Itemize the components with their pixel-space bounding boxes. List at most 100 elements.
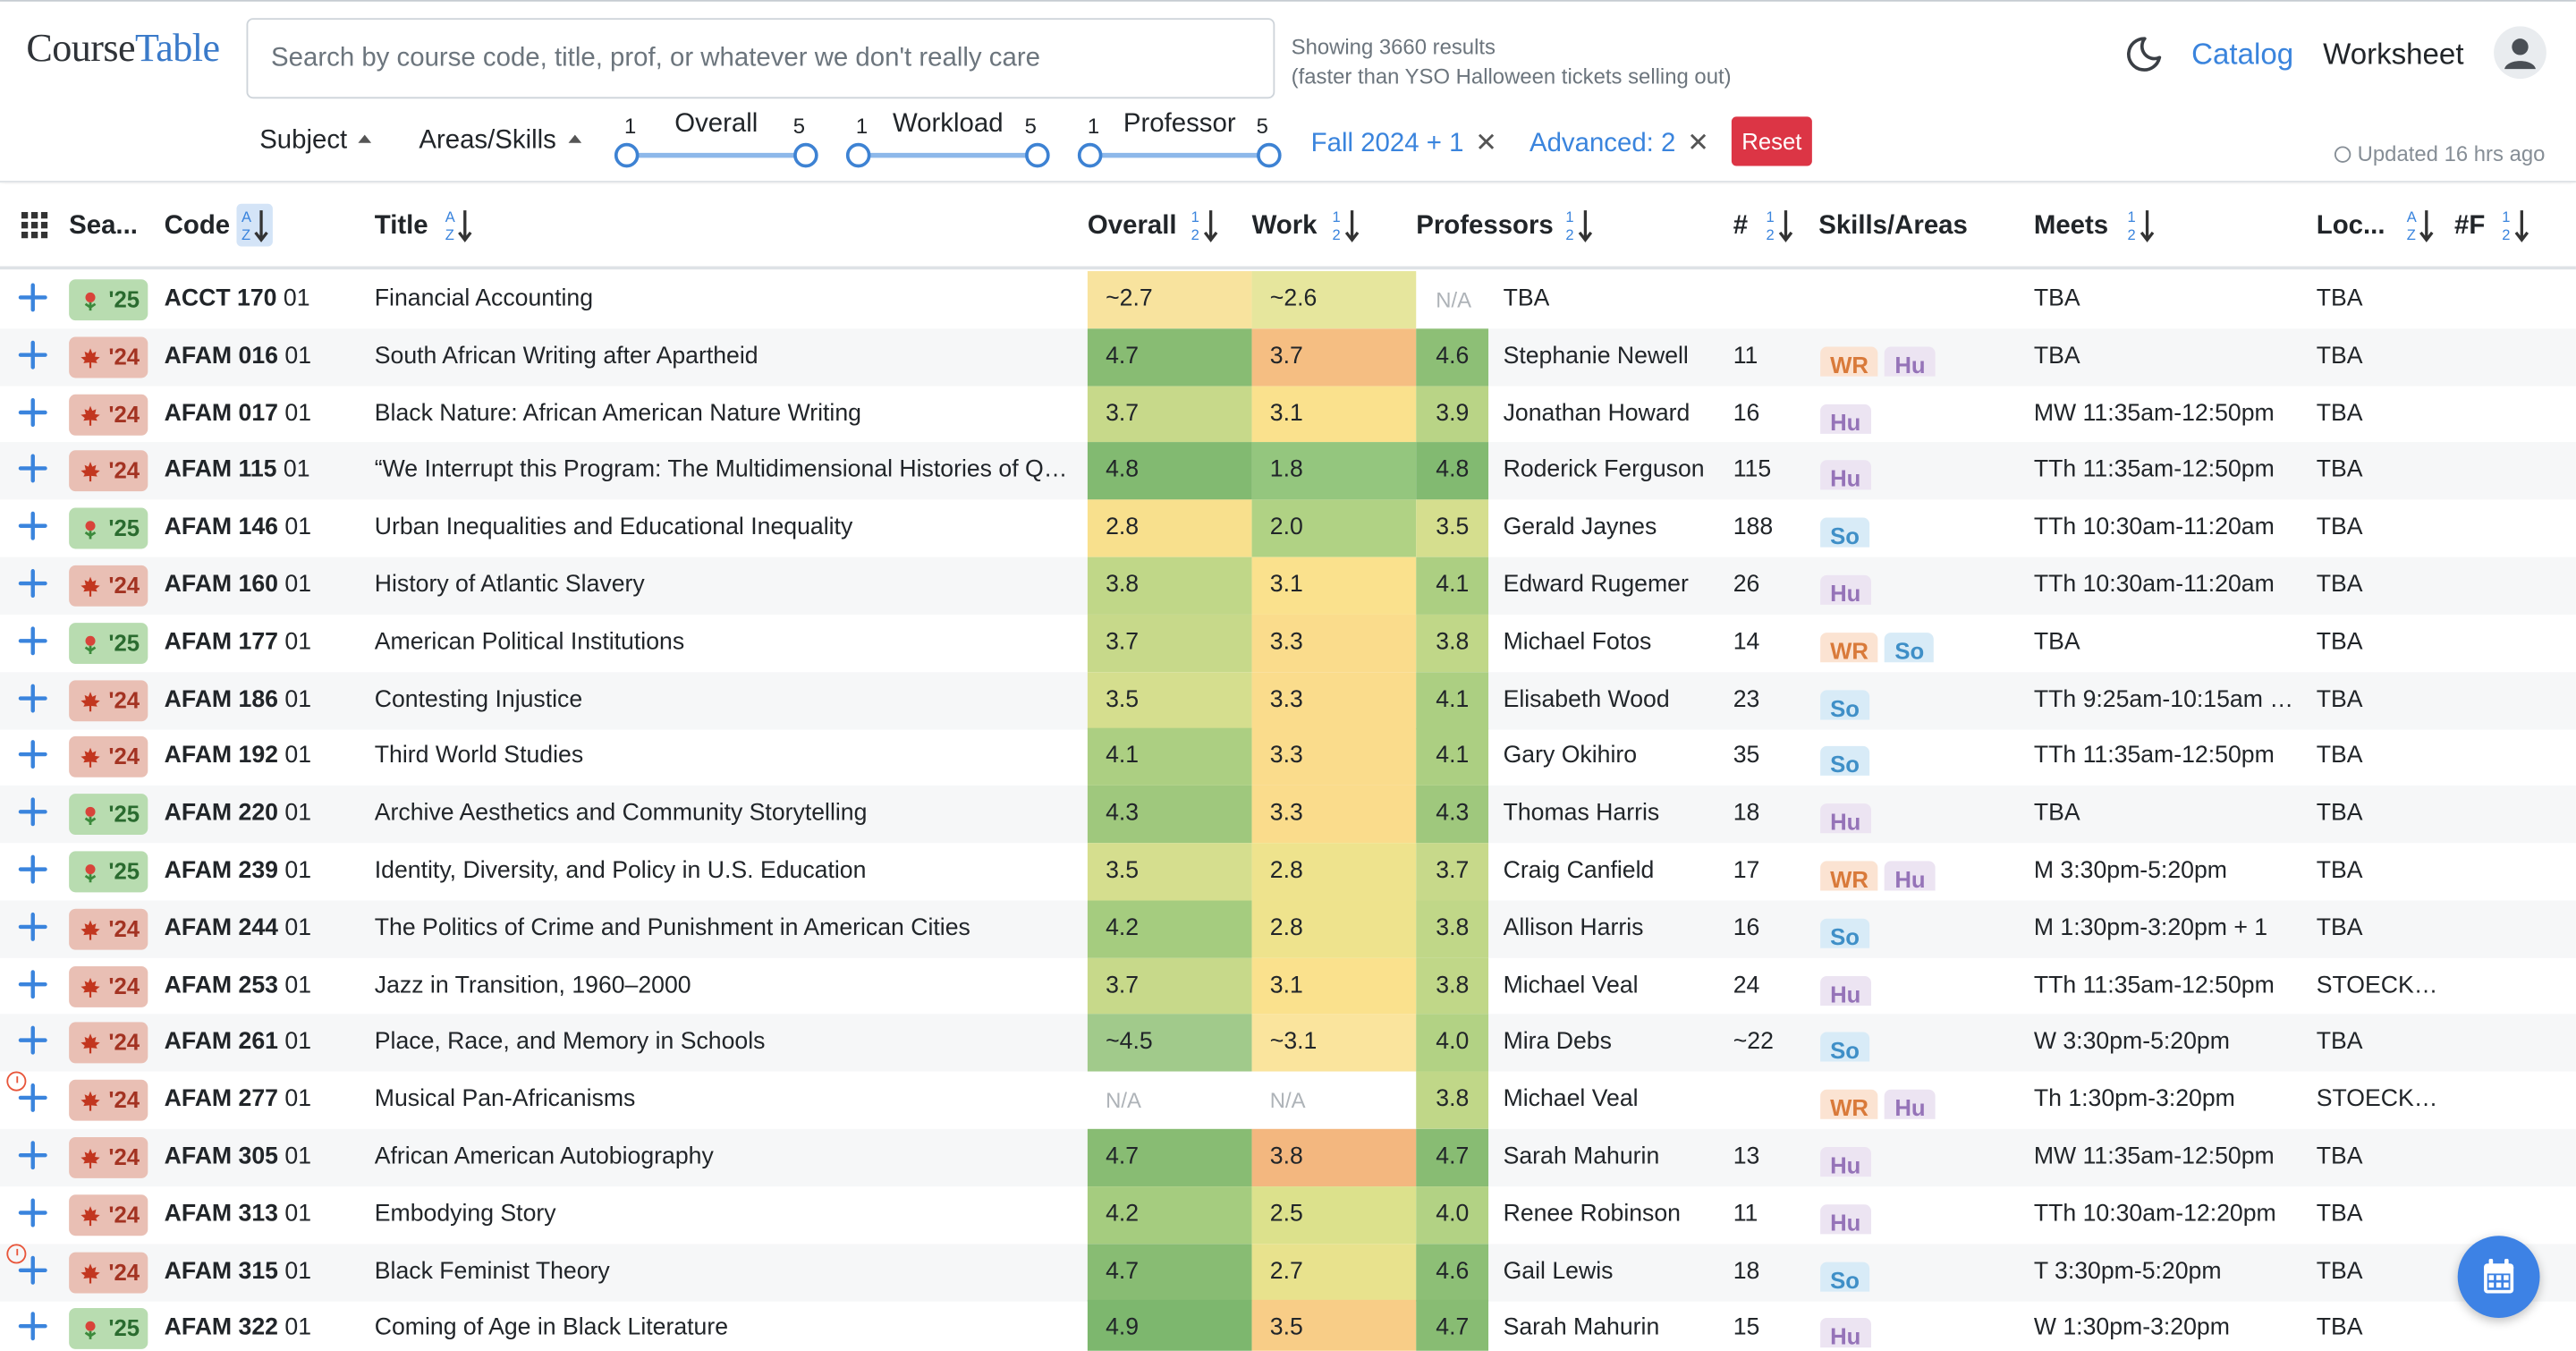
course-title[interactable]: The Politics of Crime and Punishment in … bbox=[375, 900, 1072, 957]
table-row[interactable]: '25 AFAM 239 01 Identity, Diversity, and P… bbox=[0, 843, 2576, 901]
column-header-location[interactable]: Loc... bbox=[2317, 212, 2385, 242]
professor-name[interactable]: Gary Okihiro bbox=[1504, 728, 1637, 786]
professor-name[interactable]: Jonathan Howard bbox=[1504, 386, 1690, 443]
professor-name[interactable]: Craig Canfield bbox=[1504, 843, 1655, 900]
column-header-season[interactable]: Sea... bbox=[69, 212, 138, 242]
table-row[interactable]: '24 AFAM 305 01 African American Autobiogr… bbox=[0, 1128, 2576, 1187]
sort-numeric-icon[interactable]: 12 bbox=[1561, 204, 1597, 247]
close-icon[interactable]: ✕ bbox=[1475, 130, 1497, 157]
course-title[interactable]: South African Writing after Apartheid bbox=[375, 328, 1072, 386]
course-code[interactable]: AFAM 277 01 bbox=[165, 1072, 311, 1129]
course-title[interactable]: “We Interrupt this Program: The Multidim… bbox=[375, 443, 1072, 500]
professor-name[interactable]: Sarah Mahurin bbox=[1504, 1129, 1660, 1186]
table-row[interactable]: '24 AFAM 186 01 Contesting Injustice 3.5 3.3… bbox=[0, 671, 2576, 729]
course-title[interactable]: American Political Institutions bbox=[375, 615, 1072, 672]
professor-name[interactable]: Elisabeth Wood bbox=[1504, 671, 1670, 728]
sort-numeric-icon[interactable]: 12 bbox=[2123, 204, 2158, 247]
professor-name[interactable]: Thomas Harris bbox=[1504, 786, 1660, 843]
table-row[interactable]: '24 AFAM 160 01 History of Atlantic Slaver… bbox=[0, 557, 2576, 615]
course-code[interactable]: AFAM 239 01 bbox=[165, 843, 311, 900]
table-row[interactable]: '24 AFAM 253 01 Jazz in Transition, 1960–2… bbox=[0, 957, 2576, 1015]
course-code[interactable]: AFAM 016 01 bbox=[165, 328, 311, 386]
course-code[interactable]: AFAM 160 01 bbox=[165, 557, 311, 615]
table-row[interactable]: '24 AFAM 277 01 Musical Pan-Africanisms N/A… bbox=[0, 1071, 2576, 1130]
sort-numeric-icon[interactable]: 12 bbox=[1327, 204, 1363, 247]
reset-button[interactable]: Reset bbox=[1731, 116, 1812, 166]
column-header-meets[interactable]: Meets bbox=[2034, 212, 2108, 242]
course-title[interactable]: Jazz in Transition, 1960–2000 bbox=[375, 957, 1072, 1015]
course-title[interactable]: Musical Pan-Africanisms bbox=[375, 1072, 1072, 1129]
sort-numeric-icon[interactable]: 12 bbox=[1186, 204, 1222, 247]
professor-name[interactable]: Mira Debs bbox=[1504, 1015, 1612, 1072]
column-header-professors[interactable]: Professors bbox=[1416, 212, 1554, 242]
overall-rating-slider[interactable]: 1 Overall 5 bbox=[614, 110, 818, 169]
table-row[interactable]: '25 ACCT 170 01 Financial Accounting ~2.7 ~2… bbox=[0, 271, 2576, 329]
professor-name[interactable]: Allison Harris bbox=[1504, 900, 1644, 957]
column-header-work[interactable]: Work bbox=[1252, 212, 1318, 242]
add-to-worksheet-plus-icon[interactable] bbox=[18, 455, 47, 484]
course-code[interactable]: AFAM 305 01 bbox=[165, 1129, 311, 1186]
sort-numeric-icon[interactable]: 12 bbox=[1761, 204, 1797, 247]
column-header-title[interactable]: Title bbox=[375, 212, 428, 242]
add-to-worksheet-plus-icon[interactable] bbox=[18, 512, 47, 541]
course-title[interactable]: Coming of Age in Black Literature bbox=[375, 1301, 1072, 1351]
course-code[interactable]: AFAM 220 01 bbox=[165, 786, 311, 843]
subject-dropdown[interactable]: Subject bbox=[259, 126, 372, 156]
slider-min-handle[interactable] bbox=[614, 142, 640, 168]
professor-name[interactable]: Edward Rugemer bbox=[1504, 557, 1689, 615]
add-to-worksheet-plus-icon[interactable] bbox=[18, 397, 47, 427]
course-code[interactable]: AFAM 017 01 bbox=[165, 386, 311, 443]
add-to-worksheet-plus-icon[interactable] bbox=[18, 1198, 47, 1228]
add-to-worksheet-plus-icon[interactable] bbox=[18, 283, 47, 312]
add-to-worksheet-plus-icon[interactable] bbox=[18, 740, 47, 769]
add-to-worksheet-plus-icon[interactable] bbox=[18, 912, 47, 941]
close-icon[interactable]: ✕ bbox=[1687, 130, 1709, 157]
professor-name[interactable]: Sarah Mahurin bbox=[1504, 1301, 1660, 1351]
add-to-worksheet-plus-icon[interactable] bbox=[18, 969, 47, 998]
column-header-code[interactable]: Code bbox=[165, 212, 230, 242]
profile-avatar-icon[interactable] bbox=[2494, 26, 2546, 80]
course-title[interactable]: Embodying Story bbox=[375, 1186, 1072, 1244]
add-to-worksheet-plus-icon[interactable] bbox=[18, 625, 47, 655]
column-header-overall[interactable]: Overall bbox=[1088, 212, 1177, 242]
course-code[interactable]: AFAM 322 01 bbox=[165, 1301, 311, 1351]
professor-name[interactable]: Michael Veal bbox=[1504, 1072, 1639, 1129]
add-to-worksheet-plus-icon[interactable] bbox=[18, 1083, 47, 1113]
table-row[interactable]: '25 AFAM 322 01 Coming of Age in Black Lit… bbox=[0, 1300, 2576, 1351]
professor-rating-slider[interactable]: 1 Professor 5 bbox=[1077, 110, 1282, 169]
slider-max-handle[interactable] bbox=[1025, 142, 1050, 168]
course-code[interactable]: AFAM 253 01 bbox=[165, 957, 311, 1015]
add-to-worksheet-plus-icon[interactable] bbox=[18, 1312, 47, 1341]
course-code[interactable]: AFAM 146 01 bbox=[165, 500, 311, 557]
slider-max-handle[interactable] bbox=[1257, 142, 1282, 168]
add-to-worksheet-plus-icon[interactable] bbox=[18, 568, 47, 599]
table-row[interactable]: '24 AFAM 016 01 South African Writing afte… bbox=[0, 327, 2576, 387]
slider-max-handle[interactable] bbox=[793, 142, 818, 168]
course-title[interactable]: African American Autobiography bbox=[375, 1129, 1072, 1186]
course-title[interactable]: Urban Inequalities and Educational Inequ… bbox=[375, 500, 1072, 557]
column-header-friends[interactable]: #F bbox=[2454, 212, 2485, 242]
search-input[interactable] bbox=[248, 20, 1274, 98]
course-title[interactable]: Black Nature: African American Nature Wr… bbox=[375, 386, 1072, 443]
professor-name[interactable]: Gail Lewis bbox=[1504, 1244, 1614, 1301]
add-to-worksheet-plus-icon[interactable] bbox=[18, 797, 47, 827]
professor-name[interactable]: Michael Fotos bbox=[1504, 615, 1652, 672]
table-row[interactable]: '24 AFAM 115 01 “We Interrupt this Program… bbox=[0, 442, 2576, 501]
dark-mode-moon-icon[interactable] bbox=[2124, 35, 2164, 74]
advanced-filter-pill[interactable]: Advanced: 2 ✕ bbox=[1530, 126, 1709, 159]
course-code[interactable]: AFAM 244 01 bbox=[165, 900, 311, 957]
course-title[interactable]: Archive Aesthetics and Community Storyte… bbox=[375, 786, 1072, 843]
column-header-skills-areas[interactable]: Skills/Areas bbox=[1818, 212, 1968, 242]
course-code[interactable]: AFAM 315 01 bbox=[165, 1244, 311, 1301]
table-row[interactable]: '24 AFAM 192 01 Third World Studies 4.1 3.3 4… bbox=[0, 728, 2576, 786]
sort-alpha-icon[interactable]: AZ bbox=[440, 204, 476, 247]
column-settings-grid-icon[interactable] bbox=[21, 211, 48, 239]
course-code[interactable]: AFAM 115 01 bbox=[165, 443, 310, 500]
table-row[interactable]: '25 AFAM 146 01 Urban Inequalities and Edu… bbox=[0, 499, 2576, 557]
table-row[interactable]: '24 AFAM 313 01 Embodying Story 4.2 2.5 4.0 Re… bbox=[0, 1185, 2576, 1245]
search-box[interactable] bbox=[246, 18, 1275, 99]
professor-name[interactable]: Stephanie Newell bbox=[1504, 328, 1689, 386]
slider-min-handle[interactable] bbox=[845, 142, 871, 168]
course-code[interactable]: AFAM 261 01 bbox=[165, 1015, 311, 1072]
workload-slider[interactable]: 1 Workload 5 bbox=[845, 110, 1050, 169]
